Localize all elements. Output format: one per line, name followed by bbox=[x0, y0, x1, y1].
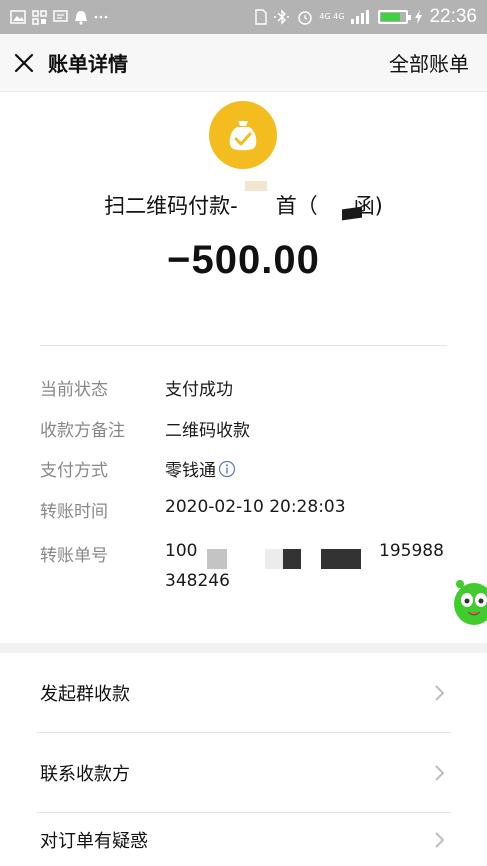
transaction-id-line2: 348246 bbox=[165, 571, 230, 591]
close-icon[interactable] bbox=[12, 51, 36, 75]
detail-label: 支付方式 bbox=[40, 461, 108, 481]
status-bar: 4G 4G 22:36 bbox=[0, 0, 487, 34]
chevron-right-icon bbox=[433, 831, 447, 849]
charging-icon bbox=[414, 9, 423, 25]
payment-title-partial: 首（ bbox=[275, 194, 318, 218]
page-title: 账单详情 bbox=[48, 52, 128, 76]
alarm-icon bbox=[297, 9, 313, 25]
info-icon[interactable] bbox=[218, 460, 236, 478]
action-label: 联系收款方 bbox=[40, 764, 130, 785]
transaction-id-suffix: 195988 bbox=[379, 541, 444, 561]
transaction-id-prefix: 100 bbox=[165, 541, 198, 561]
detail-value: 支付成功 bbox=[165, 380, 233, 400]
redaction-mark bbox=[283, 549, 301, 569]
image-icon bbox=[10, 10, 26, 24]
detail-value: 2020-02-10 20:28:03 bbox=[165, 496, 346, 517]
network-label: 4G 4G bbox=[319, 12, 345, 21]
battery-icon bbox=[378, 10, 412, 24]
redaction-mark bbox=[207, 549, 227, 569]
detail-value-wrap: 零钱通 bbox=[165, 456, 236, 481]
nav-bar: 账单详情 全部账单 bbox=[0, 34, 487, 92]
payment-title: 扫二维码付款- 首（ 函) bbox=[0, 190, 487, 220]
status-right: 4G 4G 22:36 bbox=[254, 6, 477, 28]
details-list: 当前状态 支付成功 收款方备注 二维码收款 支付方式 零钱通 转账时间 2020… bbox=[40, 375, 450, 537]
detail-row-payment-method: 支付方式 零钱通 bbox=[40, 456, 450, 497]
message-icon bbox=[53, 10, 68, 24]
chevron-right-icon bbox=[433, 684, 447, 702]
detail-row-status: 当前状态 支付成功 bbox=[40, 375, 450, 416]
bluetooth-icon bbox=[273, 9, 291, 25]
chevron-right-icon bbox=[433, 764, 447, 782]
signal-icon bbox=[350, 9, 372, 25]
battery-level-fill bbox=[381, 13, 401, 21]
action-label: 发起群收款 bbox=[40, 684, 130, 705]
payment-amount: −500.00 bbox=[167, 238, 320, 282]
redaction-mark bbox=[321, 549, 361, 569]
detail-row-transfer-time: 转账时间 2020-02-10 20:28:03 bbox=[40, 497, 450, 538]
floating-sticker-icon[interactable] bbox=[450, 574, 487, 628]
detail-value: 零钱通 bbox=[165, 461, 216, 481]
contact-payee-button[interactable]: 联系收款方 bbox=[0, 733, 487, 813]
action-label: 对订单有疑惑 bbox=[40, 830, 148, 852]
detail-label: 转账单号 bbox=[40, 546, 108, 566]
money-bag-icon bbox=[209, 101, 277, 169]
detail-value: 二维码收款 bbox=[165, 420, 250, 441]
detail-label: 收款方备注 bbox=[40, 420, 125, 441]
divider bbox=[40, 345, 447, 346]
nfc-icon bbox=[254, 9, 268, 25]
start-group-collection-button[interactable]: 发起群收款 bbox=[0, 653, 487, 733]
detail-label: 转账时间 bbox=[40, 501, 108, 522]
payment-title-prefix: 扫二维码付款- bbox=[104, 194, 238, 218]
detail-label: 当前状态 bbox=[40, 380, 108, 400]
all-bills-button[interactable]: 全部账单 bbox=[389, 48, 469, 77]
detail-row-remark: 收款方备注 二维码收款 bbox=[40, 416, 450, 457]
redaction-mark bbox=[265, 549, 285, 569]
status-left bbox=[10, 9, 108, 25]
more-icon bbox=[94, 14, 108, 20]
grid-icon bbox=[32, 9, 47, 25]
section-gap bbox=[0, 643, 487, 653]
order-question-button[interactable]: 对订单有疑惑 bbox=[0, 813, 487, 866]
status-clock: 22:36 bbox=[429, 6, 477, 27]
redaction-mark bbox=[245, 181, 267, 191]
notification-icon bbox=[74, 10, 88, 25]
